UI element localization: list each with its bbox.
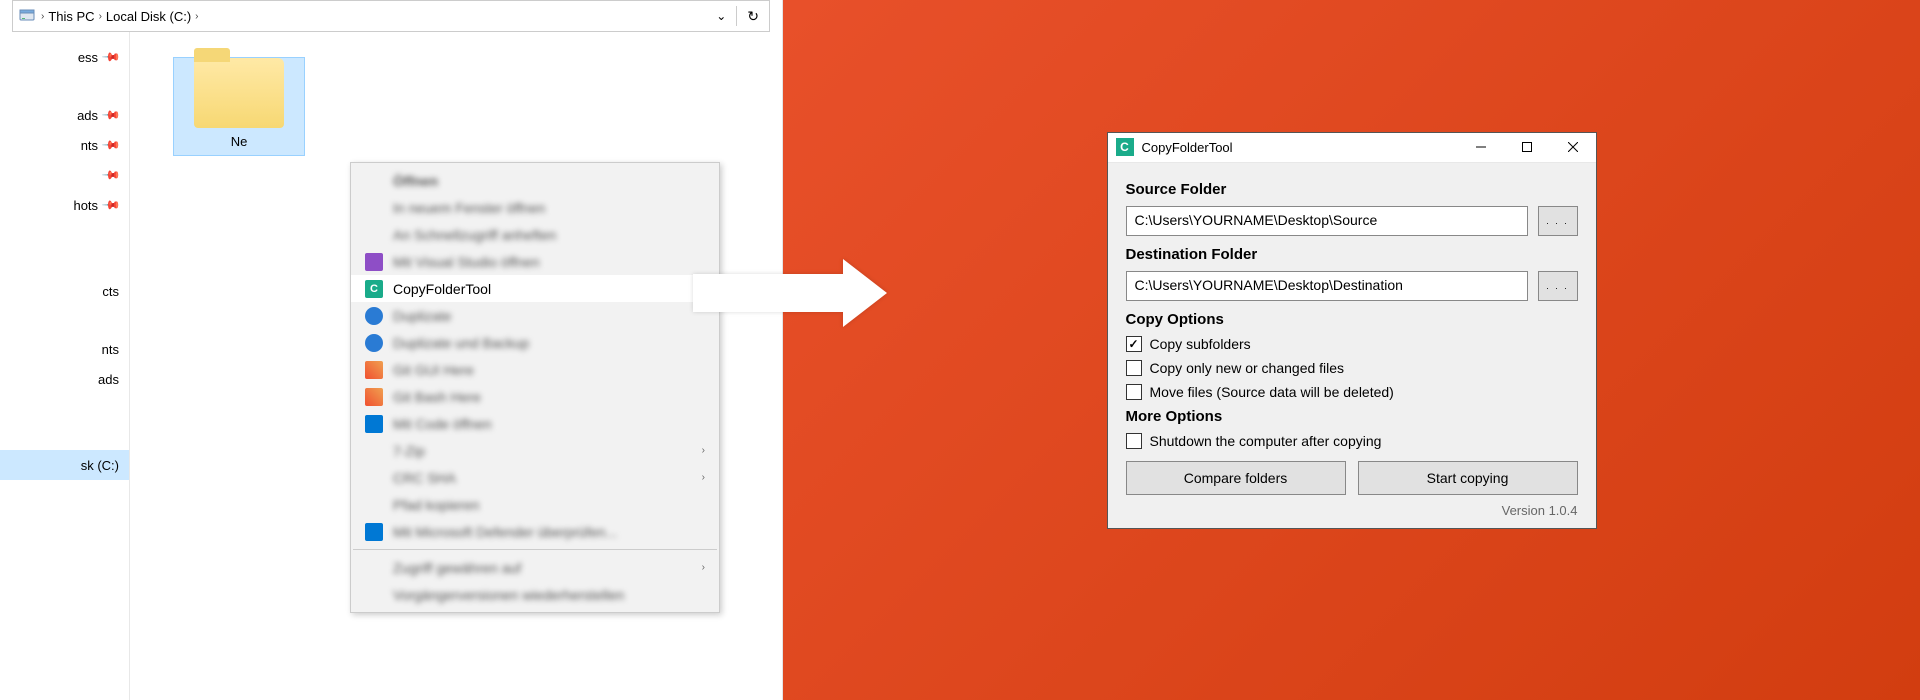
app-window: C CopyFolderTool Source Folder C:\Users\… (1107, 132, 1597, 529)
ctx-item-copyfoldertool[interactable]: CCopyFolderTool (351, 275, 719, 302)
checkbox-label: Shutdown the computer after copying (1150, 433, 1382, 449)
pin-icon: 📌 (101, 165, 121, 185)
explorer-sidebar: ess📌 ads📌 nts📌 📌 hots📌 cts nts ads sk (C… (0, 32, 130, 700)
context-menu: Öffnen In neuem Fenster öffnen An Schnel… (350, 162, 720, 613)
sidebar-spacer (0, 394, 129, 422)
ctx-item[interactable]: CRC SHA› (351, 464, 719, 491)
checkbox-label: Copy only new or changed files (1150, 360, 1345, 376)
pin-icon: 📌 (101, 195, 121, 215)
explorer-content[interactable]: Ne Öffnen In neuem Fenster öffnen An Sch… (130, 32, 782, 700)
sidebar-item[interactable]: nts (0, 334, 129, 364)
browse-destination-button[interactable]: . . . (1538, 271, 1578, 301)
chevron-right-icon: › (702, 445, 705, 456)
checkbox-shutdown[interactable]: Shutdown the computer after copying (1126, 433, 1578, 449)
sidebar-spacer (0, 306, 129, 334)
browse-source-button[interactable]: . . . (1538, 206, 1578, 236)
folder-item[interactable]: Ne (174, 58, 304, 155)
checkbox-icon (1126, 384, 1142, 400)
pin-icon: 📌 (101, 105, 121, 125)
version-label: Version 1.0.4 (1126, 503, 1578, 518)
ctx-item[interactable]: Duplizate (351, 302, 719, 329)
sidebar-item[interactable]: nts📌 (0, 130, 129, 160)
app-icon: C (1116, 138, 1134, 156)
copy-options-label: Copy Options (1126, 311, 1578, 328)
ctx-item[interactable]: Mit Microsoft Defender überprüfen... (351, 518, 719, 545)
chevron-right-icon: › (195, 11, 198, 22)
ctx-item[interactable]: Git GUI Here (351, 356, 719, 383)
start-copying-button[interactable]: Start copying (1358, 461, 1578, 495)
divider (736, 6, 737, 26)
breadcrumb-segment[interactable]: Local Disk (C:) (102, 7, 195, 26)
sidebar-spacer (0, 220, 129, 248)
ctx-item[interactable]: Mit Visual Studio öffnen (351, 248, 719, 275)
chevron-down-icon[interactable]: ⌄ (716, 9, 726, 23)
drive-icon (19, 8, 35, 24)
close-button[interactable] (1550, 132, 1596, 162)
ctx-item[interactable]: Mit Code öffnen (351, 410, 719, 437)
sidebar-item[interactable]: ads📌 (0, 100, 129, 130)
divider (353, 549, 717, 550)
breadcrumb-segment[interactable]: This PC (44, 7, 98, 26)
ctx-item[interactable]: An Schnellzugriff anheften (351, 221, 719, 248)
app-icon (365, 307, 383, 325)
more-options-label: More Options (1126, 408, 1578, 425)
chevron-right-icon: › (702, 472, 705, 483)
sidebar-item[interactable]: hots📌 (0, 190, 129, 220)
git-icon (365, 388, 383, 406)
sidebar-spacer (0, 248, 129, 276)
folder-icon (194, 58, 284, 128)
copyfoldertool-icon: C (365, 280, 383, 298)
minimize-button[interactable] (1458, 132, 1504, 162)
pin-icon: 📌 (101, 135, 121, 155)
checkbox-label: Move files (Source data will be deleted) (1150, 384, 1394, 400)
ctx-item[interactable]: Vorgängerversionen wiederherstellen (351, 581, 719, 608)
ctx-item[interactable]: Duplizate und Backup (351, 329, 719, 356)
checkbox-label: Copy subfolders (1150, 336, 1251, 352)
checkbox-icon (1126, 336, 1142, 352)
defender-icon (365, 523, 383, 541)
maximize-button[interactable] (1504, 132, 1550, 162)
destination-folder-label: Destination Folder (1126, 246, 1578, 263)
source-folder-input[interactable]: C:\Users\YOURNAME\Desktop\Source (1126, 206, 1528, 236)
refresh-icon[interactable]: ↻ (747, 8, 759, 25)
pin-icon: 📌 (101, 47, 121, 67)
checkbox-copy-new-changed[interactable]: Copy only new or changed files (1126, 360, 1578, 376)
ctx-item[interactable]: In neuem Fenster öffnen (351, 194, 719, 221)
ctx-item[interactable]: Git Bash Here (351, 383, 719, 410)
sidebar-item[interactable]: ess📌 (0, 42, 129, 72)
source-folder-label: Source Folder (1126, 181, 1578, 198)
destination-folder-input[interactable]: C:\Users\YOURNAME\Desktop\Destination (1126, 271, 1528, 301)
checkbox-move-files[interactable]: Move files (Source data will be deleted) (1126, 384, 1578, 400)
sidebar-item[interactable]: 📌 (0, 160, 129, 190)
ctx-item[interactable]: Pfad kopieren (351, 491, 719, 518)
checkbox-icon (1126, 360, 1142, 376)
checkbox-copy-subfolders[interactable]: Copy subfolders (1126, 336, 1578, 352)
git-icon (365, 361, 383, 379)
sidebar-item[interactable]: ads (0, 364, 129, 394)
titlebar[interactable]: C CopyFolderTool (1108, 133, 1596, 163)
app-icon (365, 334, 383, 352)
ctx-item[interactable]: Öffnen (351, 167, 719, 194)
breadcrumb-label: Local Disk (C:) (106, 9, 191, 24)
checkbox-icon (1126, 433, 1142, 449)
ctx-item[interactable]: 7-Zip› (351, 437, 719, 464)
ctx-item[interactable]: Zugriff gewähren auf› (351, 554, 719, 581)
chevron-right-icon: › (702, 562, 705, 573)
sidebar-spacer (0, 72, 129, 100)
visualstudio-icon (365, 253, 383, 271)
breadcrumb-label: This PC (48, 9, 94, 24)
address-bar[interactable]: › This PC › Local Disk (C:) › ⌄ ↻ (12, 0, 770, 32)
sidebar-spacer (0, 422, 129, 450)
window-title: CopyFolderTool (1142, 140, 1233, 155)
folder-label: Ne (174, 132, 304, 155)
right-panel: C CopyFolderTool Source Folder C:\Users\… (783, 0, 1920, 700)
file-explorer: › This PC › Local Disk (C:) › ⌄ ↻ ess📌 a… (0, 0, 783, 700)
vscode-icon (365, 415, 383, 433)
sidebar-item[interactable]: cts (0, 276, 129, 306)
compare-folders-button[interactable]: Compare folders (1126, 461, 1346, 495)
sidebar-item-local-disk[interactable]: sk (C:) (0, 450, 129, 480)
